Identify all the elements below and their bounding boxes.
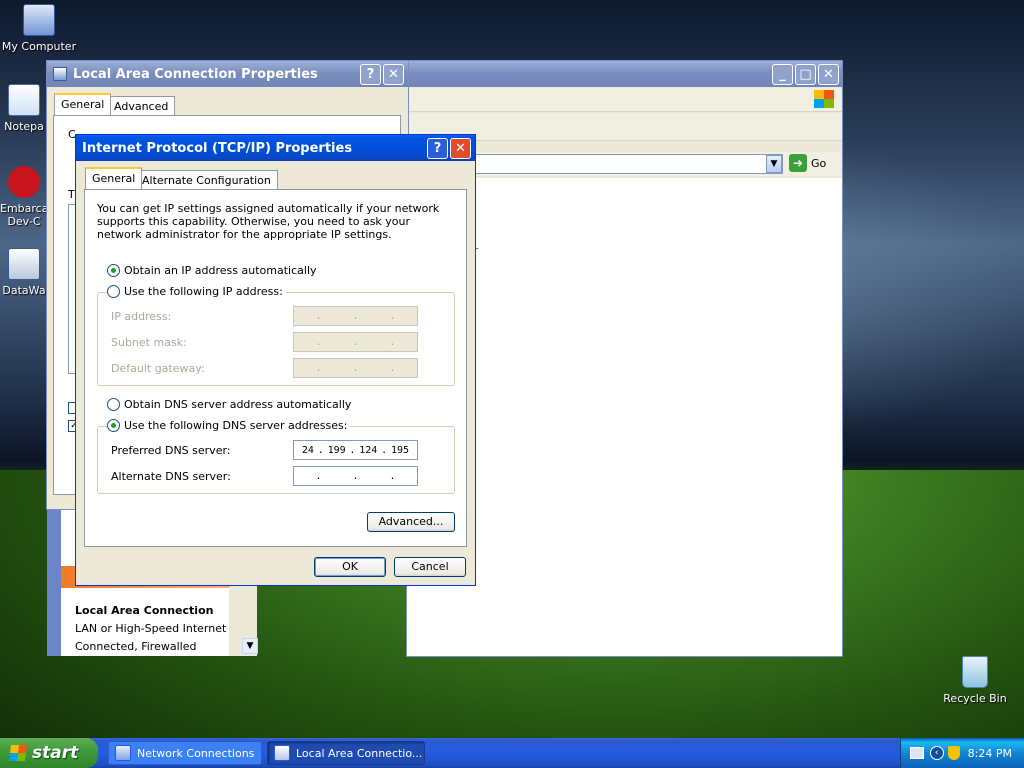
taskbar-item-label: Network Connections (137, 746, 255, 760)
windows-logo-icon (814, 90, 834, 108)
desktop-icon-notepad[interactable]: Notepa (0, 84, 48, 133)
help-button[interactable]: ? (427, 137, 448, 159)
preferred-dns-field[interactable]: 24. 199. 124. 195 (293, 440, 418, 460)
default-gateway-field: ... (293, 358, 418, 378)
radio-obtain-dns-auto[interactable]: Obtain DNS server address automatically (107, 398, 351, 411)
go-arrow-icon: ➜ (789, 154, 807, 172)
details-title: Local Area Connection (75, 604, 214, 617)
taskbar-item-label: Local Area Connectio... (296, 746, 423, 760)
tcpip-panel: You can get IP settings assigned automat… (84, 189, 467, 547)
desktop-icon-label: Embarca Dev-C (0, 202, 48, 228)
minimize-button[interactable]: _ (772, 63, 793, 85)
menu-bar (407, 88, 842, 112)
taskbar: start Network Connections Local Area Con… (0, 738, 1024, 768)
start-button[interactable]: start (0, 738, 98, 768)
octet-1: 24 (301, 444, 314, 456)
windows-logo-icon (8, 745, 28, 761)
tab-advanced[interactable]: Advanced (107, 96, 176, 116)
default-gateway-label: Default gateway: (111, 362, 205, 375)
taskbar-item-local-area-connection[interactable]: Local Area Connectio... (267, 741, 425, 765)
recycle-bin-icon (962, 656, 988, 688)
close-button[interactable]: ✕ (383, 63, 404, 85)
desktop-icon-label: My Computer (1, 40, 77, 53)
desktop-icon-embarcadero[interactable]: Embarca Dev-C (0, 166, 48, 228)
keyboard-icon[interactable] (909, 747, 924, 759)
advanced-button[interactable]: Advanced... (367, 512, 455, 532)
taskbar-item-network-connections[interactable]: Network Connections (108, 741, 262, 765)
cancel-button[interactable]: Cancel (394, 557, 466, 577)
radio-label: Obtain DNS server address automatically (124, 398, 352, 411)
dropdown-arrow-icon[interactable]: ▼ (766, 155, 782, 173)
radio-checked-icon (107, 419, 120, 432)
tab-general[interactable]: General (54, 93, 112, 115)
desktop-icon-label: Recycle Bin (943, 692, 1007, 705)
octet-3: 124 (359, 444, 378, 456)
alternate-dns-field[interactable]: ... (293, 466, 418, 486)
show-hidden-icons-icon[interactable]: ‹ (929, 746, 944, 760)
radio-checked-icon (107, 264, 120, 277)
desktop-icon-my-computer[interactable]: My Computer (0, 4, 78, 53)
lac-titlebar: Local Area Connection Properties ? ✕ (47, 61, 408, 87)
help-button[interactable]: ? (360, 63, 381, 85)
radio-obtain-ip-auto[interactable]: Obtain an IP address automatically (107, 264, 317, 277)
lac-title: Local Area Connection Properties (73, 66, 318, 82)
partial-label-t: T (68, 188, 75, 201)
details-line1: LAN or High-Speed Internet (75, 622, 227, 635)
radio-label: Use the following DNS server addresses: (124, 419, 348, 432)
close-button[interactable]: ✕ (450, 137, 471, 159)
notepad-icon (8, 84, 40, 116)
network-icon (53, 67, 67, 81)
my-computer-icon (23, 4, 55, 36)
subnet-mask-field: ... (293, 332, 418, 352)
radio-use-following-ip[interactable]: Use the following IP address: (107, 285, 286, 298)
tab-general[interactable]: General (85, 167, 143, 189)
clock: 8:24 PM (967, 746, 1012, 760)
desktop-icon-label: DataWa (2, 284, 46, 297)
network-icon (274, 745, 290, 761)
desktop-icon-datawatch[interactable]: DataWa (0, 248, 48, 297)
start-label: start (32, 743, 79, 763)
preferred-dns-label: Preferred DNS server: (111, 444, 231, 457)
maximize-button[interactable]: □ (795, 63, 816, 85)
datawatch-icon (8, 248, 40, 280)
tcpip-title: Internet Protocol (TCP/IP) Properties (82, 140, 353, 156)
embarcadero-icon (8, 166, 40, 198)
subnet-mask-label: Subnet mask: (111, 336, 187, 349)
radio-label: Use the following IP address: (124, 285, 283, 298)
go-label: Go (811, 156, 827, 170)
desktop-icon-recycle-bin[interactable]: Recycle Bin (936, 656, 1014, 705)
tcpip-titlebar: Internet Protocol (TCP/IP) Properties ? … (76, 135, 475, 161)
octet-4: 195 (390, 444, 409, 456)
security-shield-icon[interactable] (947, 746, 960, 760)
close-button[interactable]: ✕ (818, 63, 839, 85)
radio-label: Obtain an IP address automatically (124, 264, 317, 277)
address-input[interactable] (467, 154, 783, 174)
desktop-icon-label: Notepa (4, 120, 44, 133)
details-line2: Connected, Firewalled (75, 640, 197, 653)
octet-2: 199 (327, 444, 346, 456)
details-box: Local Area Connection LAN or High-Speed … (61, 588, 229, 656)
tcpip-properties-dialog: Internet Protocol (TCP/IP) Properties ? … (75, 134, 476, 586)
network-window-titlebar: _ □ ✕ (407, 61, 842, 87)
network-connections-icon (115, 745, 131, 761)
system-tray: ‹ 8:24 PM (900, 738, 1024, 768)
ip-address-label: IP address: (111, 310, 172, 323)
radio-unchecked-icon (107, 285, 120, 298)
alternate-dns-label: Alternate DNS server: (111, 470, 231, 483)
radio-unchecked-icon (107, 398, 120, 411)
ip-address-field: ... (293, 306, 418, 326)
description-text: You can get IP settings assigned automat… (97, 202, 440, 241)
ok-button[interactable]: OK (314, 557, 386, 577)
tab-alternate-configuration[interactable]: Alternate Configuration (135, 170, 278, 190)
sidebar-strip (47, 510, 61, 656)
radio-use-following-dns[interactable]: Use the following DNS server addresses: (107, 419, 351, 432)
scroll-down-icon[interactable]: ▼ (242, 638, 258, 654)
go-button[interactable]: ➜ Go (789, 154, 826, 172)
